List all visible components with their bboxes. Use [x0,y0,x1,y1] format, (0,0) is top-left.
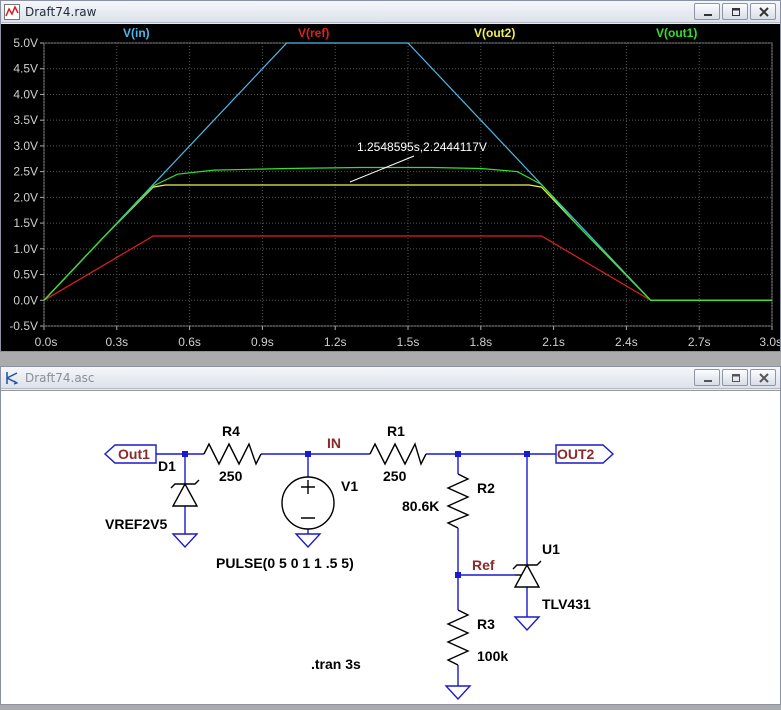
y-tick-label: 3.5V [13,113,38,127]
ground-icon [294,533,322,549]
trace-legend: V(in) V(ref) V(out2) V(out1) [123,26,697,40]
y-tick-label: 5.0V [13,36,38,50]
restore-button[interactable] [722,3,748,20]
y-tick-label: 0.0V [13,293,38,307]
r2-value: 80.6K [402,498,439,514]
y-tick-label: 3.0V [13,139,38,153]
schematic-title: Draft74.asc [25,371,95,385]
trace-label-vin[interactable]: V(in) [123,26,150,40]
trace-label-vout1[interactable]: V(out1) [656,26,697,40]
x-tick-label: 0.3s [105,335,128,349]
port-out2-label: OUT2 [557,446,595,462]
cursor-annotation: 1.2548595s,2.2444117V [349,140,487,183]
y-tick-label: 1.0V [13,242,38,256]
x-tick-label: 2.4s [615,335,638,349]
waveform-icon [4,4,20,20]
net-label-in: IN [327,435,341,451]
y-tick-label: 0.5V [13,268,38,282]
port-out2[interactable]: OUT2 [555,444,615,464]
minimize-icon [704,380,712,382]
net-label-ref: Ref [472,557,495,573]
cursor-readout: 1.2548595s,2.2444117V [357,140,487,154]
x-tick-label: 3.0s [759,335,780,349]
resistor-r1[interactable]: R1 250 [369,423,427,484]
y-tick-label: 2.5V [13,165,38,179]
x-tick-label: 1.2s [324,335,347,349]
r3-name: R3 [477,616,495,632]
r3-value: 100k [477,648,508,664]
resistor-r3[interactable]: R3 100k [446,609,508,666]
waveform-window: Draft74.raw V(in) V(ref) V(out2) V(out1)… [0,0,781,352]
waveform-plot-area[interactable]: V(in) V(ref) V(out2) V(out1) 5.0V 4.5V 4.0… [1,24,781,351]
v1-value: PULSE(0 5 0 1 1 .5 5) [216,555,354,571]
d1-name: D1 [158,458,176,474]
resistor-r4[interactable]: R4 250 [203,423,262,484]
y-axis-ticks: 5.0V 4.5V 4.0V 3.5V 3.0V 2.5V 2.0V 1.5V 1.0V 0.5V… [9,36,44,333]
close-icon [759,7,769,17]
restore-icon [732,374,740,382]
r4-name: R4 [222,423,240,439]
u1-value: TLV431 [542,596,591,612]
spice-directive[interactable]: .tran 3s [311,656,361,672]
x-tick-label: 2.7s [688,335,711,349]
ground-icon [444,685,472,701]
close-icon [759,373,769,383]
x-tick-label: 0.0s [35,335,58,349]
x-tick-label: 0.6s [178,335,201,349]
minimize-icon [704,14,712,16]
close-button[interactable] [750,369,776,386]
trace-label-vref[interactable]: V(ref) [298,26,329,40]
r4-value: 250 [219,468,243,484]
u1-name: U1 [542,541,560,557]
schematic-drawing[interactable]: Out1 OUT2 R4 250 R1 250 IN D1 VREF2V5 V1… [1,391,780,705]
r1-name: R1 [387,423,405,439]
schematic-icon [6,372,19,385]
x-tick-label: 2.1s [542,335,565,349]
port-out1[interactable]: Out1 [103,444,157,464]
resistor-r2[interactable]: R2 80.6K [402,473,495,529]
minimize-button[interactable] [694,3,720,20]
voltage-source-v1[interactable]: V1 PULSE(0 5 0 1 1 .5 5) [216,476,358,571]
x-tick-label: 0.9s [251,335,274,349]
restore-icon [732,8,740,16]
trace-label-vout2[interactable]: V(out2) [474,26,515,40]
x-tick-label: 1.8s [469,335,492,349]
d1-value: VREF2V5 [105,516,167,532]
close-button[interactable] [750,3,776,20]
x-tick-label: 1.5s [397,335,420,349]
ground-icon [513,616,541,632]
y-tick-label: -0.5V [9,319,38,333]
schematic-canvas[interactable]: Out1 OUT2 R4 250 R1 250 IN D1 VREF2V5 V1… [1,390,780,704]
ground-icon [171,533,199,549]
waveform-title: Draft74.raw [25,5,97,19]
schematic-window: Draft74.asc Out1 OUT2 R4 250 R1 250 IN D… [0,366,781,705]
y-tick-label: 4.0V [13,87,38,101]
y-tick-label: 4.5V [13,62,38,76]
minimize-button[interactable] [694,369,720,386]
shunt-reference-u1[interactable]: U1 TLV431 [512,541,591,612]
r2-name: R2 [477,480,495,496]
restore-button[interactable] [722,369,748,386]
waveform-chart[interactable]: V(in) V(ref) V(out2) V(out1) 5.0V 4.5V 4.0… [1,24,781,351]
y-tick-label: 2.0V [13,190,38,204]
v1-name: V1 [341,478,358,494]
r1-value: 250 [383,468,407,484]
schematic-titlebar[interactable]: Draft74.asc [1,367,780,389]
port-out1-label: Out1 [118,446,150,462]
waveform-titlebar[interactable]: Draft74.raw [1,1,780,23]
cursor-pointer-line [349,155,415,183]
x-axis-ticks: 0.0s 0.3s 0.6s 0.9s 1.2s 1.5s 1.8s 2.1s 2.4s 2.7s… [35,326,781,349]
y-tick-label: 1.5V [13,216,38,230]
